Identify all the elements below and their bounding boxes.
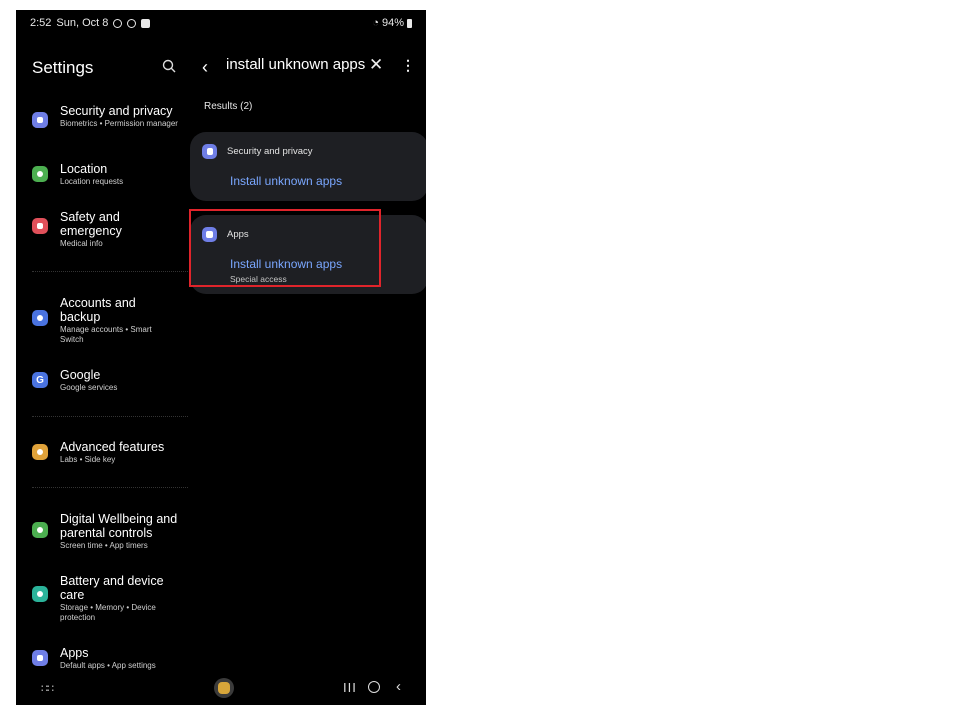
- results-count: Results (2): [204, 101, 253, 112]
- battery-icon: [407, 18, 412, 28]
- sidebar-item-label: Security and privacy: [60, 104, 173, 118]
- sidebar-item-label: Digital Wellbeing and parental controls: [60, 512, 178, 540]
- section-divider: [32, 416, 188, 417]
- sidebar-item-digital-wellbeing[interactable]: Digital Wellbeing and parental controls …: [32, 512, 188, 552]
- wifi-icon: ◔: [372, 17, 379, 29]
- nav-back-button[interactable]: ‹: [396, 678, 401, 695]
- sidebar-item-location[interactable]: Location Location requests: [32, 162, 188, 190]
- phone-screen: 2:52 Sun, Oct 8 ◔ 94% Settings Security …: [16, 10, 426, 705]
- sidebar-item-safety-emergency[interactable]: Safety and emergency Medical info: [32, 210, 188, 250]
- sidebar-item-subtitle: Storage • Memory • Device protection: [60, 603, 156, 622]
- back-arrow-icon[interactable]: ‹: [202, 58, 208, 76]
- notification-icon: [113, 18, 123, 28]
- section-divider: [32, 487, 188, 488]
- close-icon[interactable]: ✕: [369, 55, 383, 75]
- result-category: Security and privacy: [227, 146, 313, 157]
- emergency-icon: [32, 218, 48, 234]
- sidebar-item-security-privacy[interactable]: Security and privacy Biometrics • Permis…: [32, 104, 188, 144]
- location-pin-icon: [32, 166, 48, 182]
- home-button[interactable]: [368, 681, 380, 693]
- sidebar-item-label: Apps: [60, 646, 89, 660]
- sidebar-item-label: Battery and device care: [60, 574, 164, 602]
- sidebar-item-google[interactable]: G Google Google services: [32, 368, 188, 396]
- search-icon[interactable]: [161, 58, 177, 74]
- sidebar-item-battery-device-care[interactable]: Battery and device care Storage • Memory…: [32, 574, 188, 624]
- notification-icon: [127, 18, 137, 28]
- sidebar-item-subtitle: Google services: [60, 383, 118, 392]
- notification-icon: [141, 18, 151, 28]
- app-drawer-icon[interactable]: ∷∷: [41, 682, 54, 695]
- shield-icon: [32, 112, 48, 128]
- sidebar-item-subtitle: Screen time • App timers: [60, 541, 148, 550]
- status-time: 2:52: [30, 17, 52, 29]
- gear-plus-icon: [32, 444, 48, 460]
- sidebar-item-subtitle: Labs • Side key: [60, 455, 116, 464]
- sidebar-item-subtitle: Location requests: [60, 177, 124, 186]
- battery-level: 94%: [381, 17, 404, 29]
- recent-apps-button[interactable]: III: [343, 680, 357, 695]
- more-options-icon[interactable]: ⋮: [401, 57, 415, 74]
- sidebar-item-label: Location: [60, 162, 108, 176]
- sidebar-item-accounts-backup[interactable]: Accounts and backup Manage accounts • Sm…: [32, 296, 188, 346]
- apps-icon: [32, 650, 48, 666]
- sidebar-item-apps[interactable]: Apps Default apps • App settings: [32, 646, 188, 674]
- sync-icon: [32, 310, 48, 326]
- sidebar-item-subtitle: Biometrics • Permission manager: [60, 119, 178, 128]
- sidebar-item-label: Advanced features: [60, 440, 165, 454]
- sidebar-item-subtitle: Default apps • App settings: [60, 661, 156, 670]
- google-icon: G: [32, 372, 48, 388]
- sidebar-item-advanced-features[interactable]: Advanced features Labs • Side key: [32, 440, 188, 468]
- sidebar-item-label: Safety and emergency: [60, 210, 122, 238]
- pinned-app-icon[interactable]: [214, 678, 234, 698]
- search-input[interactable]: install unknown apps: [226, 56, 365, 73]
- section-divider: [32, 271, 188, 272]
- search-results-pane: ‹ install unknown apps ✕ ⋮ Results (2) S…: [188, 36, 426, 676]
- sidebar-item-label: Google: [60, 368, 101, 382]
- device-care-icon: [32, 586, 48, 602]
- sidebar-item-label: Accounts and backup: [60, 296, 136, 324]
- sidebar-item-subtitle: Manage accounts • Smart Switch: [60, 325, 152, 344]
- status-bar: 2:52 Sun, Oct 8 ◔ 94%: [16, 10, 426, 36]
- navigation-bar: ∷∷ III ‹: [16, 676, 426, 705]
- settings-title: Settings: [32, 58, 94, 77]
- sidebar-item-subtitle: Medical info: [60, 239, 103, 248]
- status-date: Sun, Oct 8: [56, 17, 109, 29]
- settings-sidebar: Settings Security and privacy Biometrics…: [16, 36, 188, 676]
- wellbeing-icon: [32, 522, 48, 538]
- result-card-security-privacy[interactable]: Security and privacy Install unknown app…: [190, 132, 426, 201]
- result-link[interactable]: Install unknown apps: [230, 174, 342, 188]
- highlight-box: [189, 209, 381, 287]
- shield-icon: [202, 144, 217, 159]
